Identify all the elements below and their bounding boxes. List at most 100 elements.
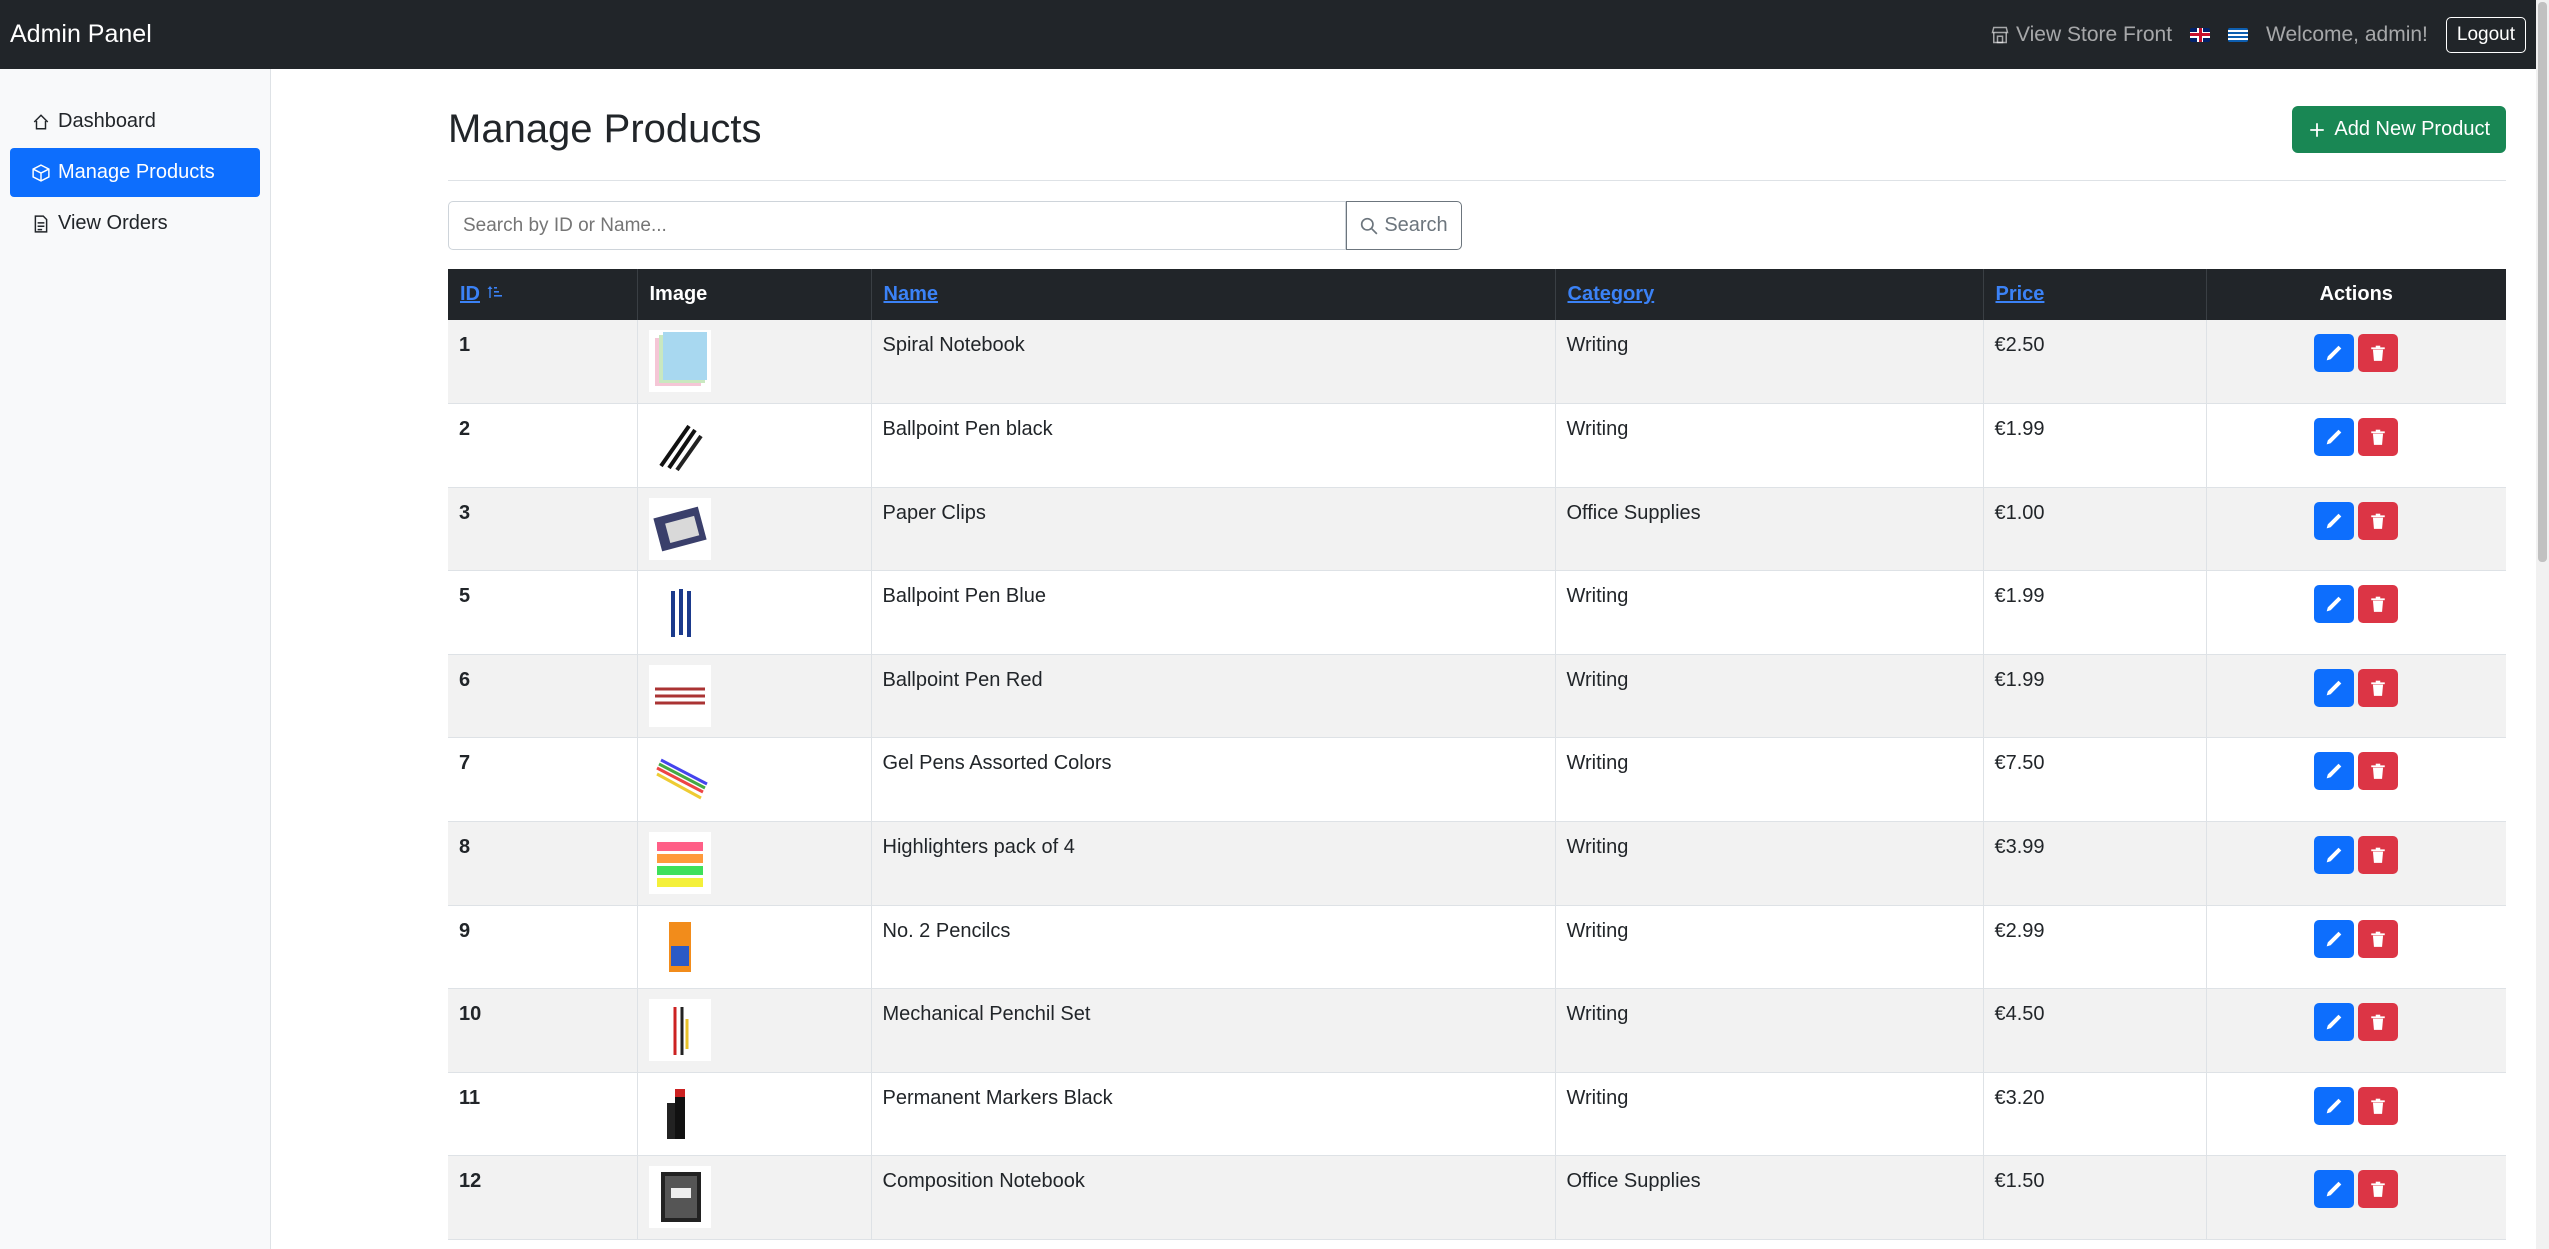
pencil-icon (2325, 762, 2343, 780)
cell-category: Office Supplies (1555, 487, 1984, 571)
product-thumbnail (648, 1082, 711, 1145)
sidebar: Dashboard Manage Products View Orders (0, 69, 271, 1249)
cell-actions (2206, 320, 2506, 404)
delete-button[interactable] (2358, 1086, 2399, 1125)
delete-button[interactable] (2358, 1003, 2399, 1042)
delete-button[interactable] (2358, 501, 2399, 540)
search-form: Search (448, 201, 1462, 250)
view-storefront-link[interactable]: View Store Front (1990, 23, 2172, 47)
product-thumbnail (648, 664, 711, 727)
table-row: 11 Permanent Markers Black Writing €3.20 (448, 1072, 2506, 1156)
pencil-icon (2325, 595, 2343, 613)
product-thumbnail (648, 330, 711, 392)
edit-button[interactable] (2314, 1170, 2355, 1209)
document-icon (32, 214, 50, 233)
cell-category: Writing (1555, 1072, 1984, 1156)
uk-flag-icon[interactable] (2190, 27, 2211, 42)
delete-button[interactable] (2358, 752, 2399, 791)
cell-id: 11 (448, 1072, 638, 1156)
edit-button[interactable] (2314, 919, 2355, 958)
edit-button[interactable] (2314, 668, 2355, 707)
table-header-row: ID Image Name Category Price Actions (448, 269, 2506, 320)
search-input[interactable] (448, 201, 1346, 250)
trash-icon (2369, 344, 2387, 362)
delete-button[interactable] (2358, 334, 2399, 372)
logout-button[interactable]: Logout (2445, 16, 2526, 53)
delete-button[interactable] (2358, 585, 2399, 624)
trash-icon (2369, 762, 2387, 780)
sidebar-item-view-orders[interactable]: View Orders (10, 199, 260, 248)
edit-button[interactable] (2314, 752, 2355, 791)
search-button[interactable]: Search (1346, 201, 1462, 250)
cell-image (637, 570, 872, 655)
cell-actions (2206, 1156, 2506, 1240)
storefront-label: View Store Front (2016, 22, 2173, 46)
cell-price: €7.50 (1983, 737, 2207, 822)
pencil-icon (2325, 930, 2343, 948)
cell-category: Writing (1555, 988, 1984, 1073)
cell-category: Writing (1555, 403, 1984, 488)
scrollbar-thumb[interactable] (2538, 2, 2547, 562)
column-header-name[interactable]: Name (871, 269, 1556, 320)
product-thumbnail (648, 999, 711, 1062)
edit-button[interactable] (2314, 334, 2355, 372)
delete-button[interactable] (2358, 418, 2399, 457)
delete-button[interactable] (2358, 668, 2399, 707)
cell-id: 6 (448, 654, 638, 738)
trash-icon (2369, 1180, 2387, 1198)
greek-flag-icon[interactable] (2228, 27, 2249, 42)
search-button-label: Search (1384, 214, 1448, 236)
table-row: 10 Mechanical Penchil Set Writing €4.50 (448, 988, 2506, 1073)
sort-name-link[interactable]: Name (884, 283, 938, 305)
cell-actions (2206, 487, 2506, 571)
cell-category: Office Supplies (1555, 1155, 1984, 1240)
sort-price-link[interactable]: Price (1996, 283, 2045, 305)
trash-icon (2369, 1097, 2387, 1115)
cell-image (637, 403, 872, 488)
add-new-product-label: Add New Product (2334, 118, 2490, 140)
edit-button[interactable] (2314, 1086, 2355, 1125)
product-thumbnail (648, 832, 711, 895)
sort-id-link[interactable]: ID (460, 283, 480, 305)
cell-name: Mechanical Penchil Set (871, 988, 1556, 1073)
edit-button[interactable] (2314, 418, 2355, 457)
column-header-price[interactable]: Price (1983, 269, 2207, 320)
edit-button[interactable] (2314, 585, 2355, 624)
cell-image (637, 654, 872, 738)
cell-actions (2206, 571, 2506, 655)
edit-button[interactable] (2314, 1003, 2355, 1042)
delete-button[interactable] (2358, 836, 2399, 875)
cell-id: 5 (448, 570, 638, 655)
table-row: 9 No. 2 Pencilcs Writing €2.99 (448, 905, 2506, 989)
product-thumbnail (648, 497, 711, 560)
sidebar-item-label: Dashboard (58, 110, 156, 132)
page-scrollbar[interactable] (2536, 0, 2549, 1249)
delete-button[interactable] (2358, 1170, 2399, 1209)
sort-category-link[interactable]: Category (1568, 283, 1655, 305)
column-header-id[interactable]: ID (448, 269, 638, 320)
cell-image (637, 320, 872, 404)
column-header-actions: Actions (2319, 283, 2393, 305)
trash-icon (2369, 595, 2387, 613)
cell-price: €3.99 (1983, 821, 2207, 906)
cell-actions (2206, 404, 2506, 488)
delete-button[interactable] (2358, 919, 2399, 958)
cell-actions (2206, 905, 2506, 989)
cell-price: €4.50 (1983, 988, 2207, 1073)
edit-button[interactable] (2314, 501, 2355, 540)
sidebar-item-dashboard[interactable]: Dashboard (10, 97, 260, 146)
products-table: ID Image Name Category Price Actions 1 Sp… (448, 269, 2506, 1240)
cell-image (637, 1155, 872, 1240)
pencil-icon (2325, 1097, 2343, 1115)
plus-icon (2310, 122, 2325, 137)
brand-title[interactable]: Admin Panel (10, 20, 152, 49)
add-new-product-button[interactable]: Add New Product (2292, 106, 2506, 153)
column-header-category[interactable]: Category (1555, 269, 1984, 320)
cell-category: Writing (1555, 737, 1984, 822)
sidebar-item-manage-products[interactable]: Manage Products (10, 148, 260, 197)
product-thumbnail (648, 414, 711, 477)
trash-icon (2369, 846, 2387, 864)
page-header: Manage Products Add New Product (448, 69, 2506, 181)
cell-actions (2206, 1072, 2506, 1156)
edit-button[interactable] (2314, 836, 2355, 875)
